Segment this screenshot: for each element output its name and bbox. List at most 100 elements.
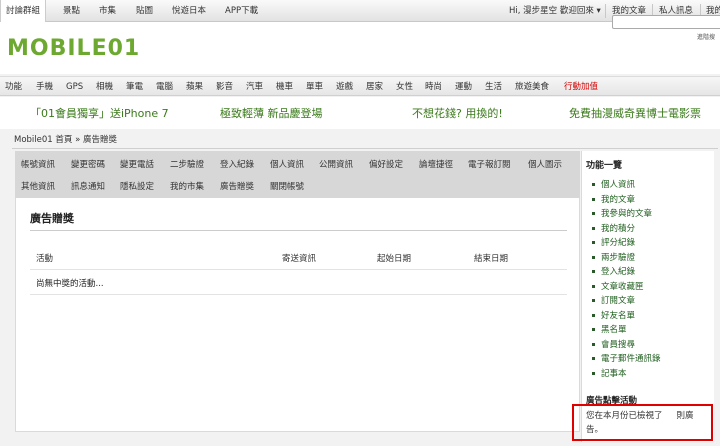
sidebar-title: 功能一覽 xyxy=(586,161,623,171)
column-header-shipping-info: 寄送資訊 xyxy=(282,254,317,264)
tab-ad-rewards[interactable]: 廣告贈獎 xyxy=(220,180,254,192)
column-header-activity: 活動 xyxy=(36,254,54,264)
bullet-icon xyxy=(592,285,595,288)
bullet-icon xyxy=(592,198,595,201)
sidebar-item-my-articles[interactable]: 我的文章 xyxy=(592,193,635,205)
category-item[interactable]: GPS xyxy=(66,77,83,97)
tab-avatar[interactable]: 個人圖示 xyxy=(528,158,562,170)
sidebar-item-label: 文章收藏匣 xyxy=(601,282,644,292)
bullet-icon xyxy=(592,357,595,360)
tab-login-records[interactable]: 登入紀錄 xyxy=(220,158,254,170)
sidebar-item-label: 我的積分 xyxy=(601,224,636,234)
tab-forum-shortcuts[interactable]: 論壇捷徑 xyxy=(419,158,453,170)
tab-account-info[interactable]: 帳號資訊 xyxy=(21,158,55,170)
sidebar-item-label: 電子郵件通訊錄 xyxy=(601,354,661,364)
tab-notifications[interactable]: 訊息通知 xyxy=(71,180,105,192)
category-item[interactable]: 機車 xyxy=(276,77,293,97)
tab-privacy-settings[interactable]: 隱私設定 xyxy=(120,180,154,192)
sidebar-item-two-step-verification[interactable]: 兩步驗證 xyxy=(592,251,635,263)
main-content xyxy=(15,198,580,432)
tab-attractions[interactable]: 景點 xyxy=(63,0,80,22)
bullet-icon xyxy=(592,299,595,302)
sidebar-item-subscribed-articles[interactable]: 訂閱文章 xyxy=(592,294,635,306)
site-header: MOBILE01 xyxy=(0,22,720,74)
divider xyxy=(12,148,718,149)
bullet-icon xyxy=(592,241,595,244)
tab-forum[interactable]: 討論群組 xyxy=(0,0,47,22)
tab-pictures[interactable]: 貼圖 xyxy=(136,0,153,22)
category-item[interactable]: 旅遊美食 xyxy=(515,77,549,97)
sidebar-item-label: 兩步驗證 xyxy=(601,253,636,263)
sidebar-item-label: 會員搜尋 xyxy=(601,340,636,350)
tab-change-phone[interactable]: 變更電話 xyxy=(120,158,154,170)
bullet-icon xyxy=(592,270,595,273)
category-item[interactable]: 蘋果 xyxy=(186,77,203,97)
sidebar-item-notepad[interactable]: 記事本 xyxy=(592,367,627,379)
column-header-end-date: 結束日期 xyxy=(474,254,509,264)
bullet-icon xyxy=(592,256,595,259)
tab-close-account[interactable]: 關閉帳號 xyxy=(270,180,304,192)
sidebar-item-label: 評分紀錄 xyxy=(601,238,636,248)
category-item[interactable]: 單車 xyxy=(306,77,323,97)
tab-personal-info[interactable]: 個人資訊 xyxy=(270,158,304,170)
advanced-search-link[interactable]: 進階搜 xyxy=(697,32,715,41)
tab-other-info[interactable]: 其他資訊 xyxy=(21,180,55,192)
tab-public-info[interactable]: 公開資訊 xyxy=(319,158,353,170)
category-item[interactable]: 功能 xyxy=(5,77,22,97)
sidebar-item-email-contacts[interactable]: 電子郵件通訊錄 xyxy=(592,352,661,364)
promo-link[interactable]: 極致輕薄 新品慶登場 xyxy=(220,105,323,121)
category-item[interactable]: 運動 xyxy=(455,77,472,97)
category-item[interactable]: 遊戲 xyxy=(336,77,353,97)
sidebar-item-label: 我的文章 xyxy=(601,195,636,205)
tab-app-download[interactable]: APP下載 xyxy=(225,0,258,22)
category-item[interactable]: 生活 xyxy=(485,77,502,97)
sidebar-item-article-favorites[interactable]: 文章收藏匣 xyxy=(592,280,644,292)
bullet-icon xyxy=(592,343,595,346)
tab-my-market[interactable]: 我的市集 xyxy=(170,180,204,192)
category-item[interactable]: 時尚 xyxy=(425,77,442,97)
sidebar-item-login-records[interactable]: 登入紀錄 xyxy=(592,265,635,277)
category-item[interactable]: 相機 xyxy=(96,77,113,97)
tab-newsletter-subscription[interactable]: 電子報訂閱 xyxy=(468,158,511,170)
divider xyxy=(30,269,567,270)
sidebar-item-label: 好友名單 xyxy=(601,311,636,321)
category-item[interactable]: 手機 xyxy=(36,77,53,97)
divider xyxy=(605,4,606,18)
sidebar-item-label: 我參與的文章 xyxy=(601,209,653,219)
divider xyxy=(30,230,567,231)
promo-link[interactable]: 不想花錢? 用換的! xyxy=(412,105,503,121)
category-item[interactable]: 汽車 xyxy=(246,77,263,97)
sidebar-item-my-points[interactable]: 我的積分 xyxy=(592,222,635,234)
sidebar-item-member-search[interactable]: 會員搜尋 xyxy=(592,338,635,350)
tab-two-step-verification[interactable]: 二步驗證 xyxy=(170,158,204,170)
tab-change-password[interactable]: 變更密碼 xyxy=(71,158,105,170)
sidebar-item-rating-records[interactable]: 評分紀錄 xyxy=(592,236,635,248)
bullet-icon xyxy=(592,227,595,230)
empty-state-message: 尚無中獎的活動... xyxy=(36,279,104,289)
site-logo[interactable]: MOBILE01 xyxy=(7,36,140,61)
category-item[interactable]: 筆電 xyxy=(126,77,143,97)
category-item-mobile-value-added[interactable]: 行動加值 xyxy=(564,77,598,97)
bullet-icon xyxy=(592,328,595,331)
search-input[interactable] xyxy=(612,15,720,29)
sidebar-item-blacklist[interactable]: 黑名單 xyxy=(592,323,627,335)
bullet-icon xyxy=(592,314,595,317)
user-greeting-menu[interactable]: Hi, 漫步星空 歡迎回來 ▾ xyxy=(509,0,601,22)
tab-preferences[interactable]: 偏好設定 xyxy=(369,158,403,170)
breadcrumb[interactable]: Mobile01 首頁 » 廣告贈獎 xyxy=(14,133,117,145)
category-item[interactable]: 居家 xyxy=(366,77,383,97)
sidebar-item-personal-info[interactable]: 個人資訊 xyxy=(592,178,635,190)
promo-link[interactable]: 免費抽漫威奇異博士電影票 xyxy=(569,105,701,121)
promo-link[interactable]: 「01會員獨享」送iPhone 7 xyxy=(30,105,169,121)
tab-market[interactable]: 市集 xyxy=(99,0,116,22)
bullet-icon xyxy=(592,212,595,215)
category-item[interactable]: 影音 xyxy=(216,77,233,97)
sidebar-item-participated-articles[interactable]: 我參與的文章 xyxy=(592,207,652,219)
sidebar-item-friends-list[interactable]: 好友名單 xyxy=(592,309,635,321)
tab-japan-travel[interactable]: 悅遊日本 xyxy=(172,0,206,22)
category-item[interactable]: 女性 xyxy=(396,77,413,97)
highlight-box xyxy=(572,404,713,441)
category-item[interactable]: 電腦 xyxy=(156,77,173,97)
promo-banner: 「01會員獨享」送iPhone 7 極致輕薄 新品慶登場 不想花錢? 用換的! … xyxy=(0,97,720,129)
settings-tabs: 帳號資訊 變更密碼 變更電話 二步驗證 登入紀錄 個人資訊 公開資訊 偏好設定 … xyxy=(15,151,580,198)
